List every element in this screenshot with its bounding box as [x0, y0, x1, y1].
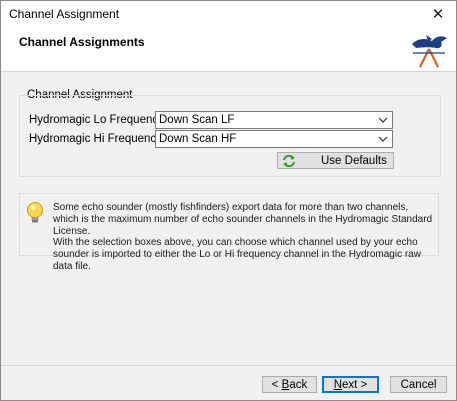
- back-rest: ack: [289, 378, 308, 391]
- info-paragraph-2: With the selection boxes above, you can …: [53, 237, 421, 272]
- footer-divider: [1, 365, 456, 366]
- wizard-header: Channel Assignments: [1, 27, 456, 72]
- lightbulb-icon: [27, 202, 43, 223]
- chevron-down-icon: [378, 136, 388, 142]
- lo-frequency-value: Down Scan LF: [159, 114, 235, 126]
- back-prefix: <: [271, 378, 282, 391]
- lo-frequency-label: Hydromagic Lo Frequency:: [29, 114, 168, 126]
- next-button[interactable]: Next >: [322, 376, 379, 393]
- hi-frequency-value: Down Scan HF: [159, 133, 237, 145]
- back-mnemonic: B: [281, 378, 290, 391]
- refresh-icon: [283, 154, 295, 168]
- title-bar: Channel Assignment ✕: [1, 1, 456, 27]
- cancel-button[interactable]: Cancel: [390, 376, 447, 393]
- dialog-window: Channel Assignment ✕ Channel Assignments…: [0, 0, 457, 401]
- info-text: Some echo sounder (mostly fishfinders) e…: [53, 202, 433, 273]
- window-title: Channel Assignment: [9, 7, 120, 21]
- info-panel: Some echo sounder (mostly fishfinders) e…: [19, 193, 439, 272]
- info-paragraph-1: Some echo sounder (mostly fishfinders) e…: [53, 202, 433, 237]
- lo-frequency-select[interactable]: Down Scan LF: [155, 111, 393, 129]
- close-button[interactable]: ✕: [420, 1, 456, 27]
- page-title: Channel Assignments: [19, 35, 145, 49]
- hi-frequency-label: Hydromagic Hi Frequency:: [29, 133, 166, 145]
- hydromagic-logo-icon: [412, 35, 447, 68]
- use-defaults-label: Use Defaults: [321, 155, 387, 167]
- next-mnemonic: N: [333, 378, 343, 391]
- chevron-down-icon: [378, 117, 388, 123]
- back-button[interactable]: < Back: [262, 376, 317, 393]
- use-defaults-button[interactable]: Use Defaults: [277, 152, 394, 169]
- hi-frequency-select[interactable]: Down Scan HF: [155, 130, 393, 148]
- next-rest: ext >: [342, 378, 368, 391]
